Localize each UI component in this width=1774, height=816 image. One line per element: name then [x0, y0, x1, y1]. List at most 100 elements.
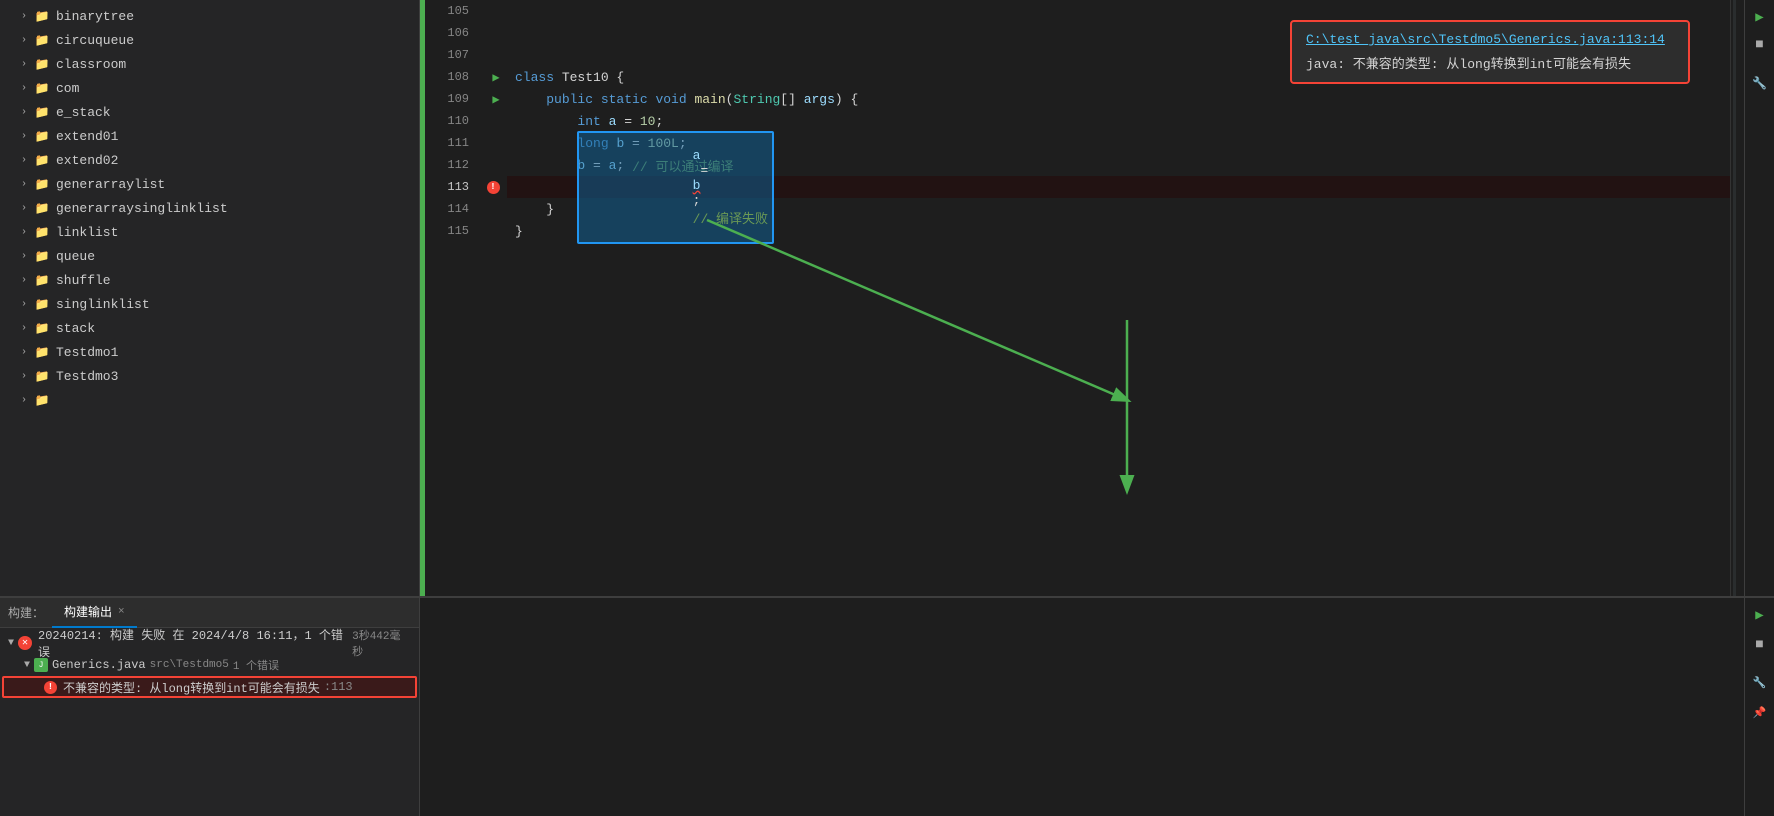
- sidebar-item-classroom[interactable]: › 📁 classroom: [0, 52, 419, 76]
- bottom-section: 构建： 构建输出 × ▼ ✕ 20240214: 构建 失败 在 2024/4/…: [0, 596, 1774, 816]
- sidebar-item-label: Testdmo3: [56, 369, 118, 384]
- right-scrollbar[interactable]: [1730, 0, 1744, 596]
- editor-area: 105 106 107 108 109 110 111 112 113 114 …: [420, 0, 1744, 596]
- chevron-right-icon: ›: [16, 8, 32, 24]
- sidebar-item-shuffle[interactable]: › 📁 shuffle: [0, 268, 419, 292]
- left-scroll-gutter: [420, 0, 425, 596]
- folder-icon: 📁: [34, 56, 50, 72]
- chevron-right-icon: ›: [16, 224, 32, 240]
- arrow-to-annotation: [707, 220, 1127, 400]
- folder-icon: 📁: [34, 368, 50, 384]
- sidebar-item-testdmo3[interactable]: › 📁 Testdmo3: [0, 364, 419, 388]
- line-num-113: 113: [425, 176, 477, 198]
- line-num-114: 114: [425, 198, 477, 220]
- code-line-113: a = b ; // 编译失败: [507, 176, 1730, 198]
- bottom-run-button[interactable]: ▶: [1747, 602, 1773, 628]
- sidebar-item-extend01[interactable]: › 📁 extend01: [0, 124, 419, 148]
- bracket-sq: []: [780, 92, 803, 107]
- error-line-ref: :113: [324, 680, 353, 694]
- expand-arrow-icon: ▼: [8, 638, 14, 649]
- sidebar-item-binarytree[interactable]: › 📁 binarytree: [0, 4, 419, 28]
- semi-110: ;: [655, 114, 663, 129]
- folder-icon: 📁: [34, 296, 50, 312]
- gutter-empty-112: [485, 154, 507, 176]
- folder-icon: 📁: [34, 176, 50, 192]
- gutter-empty-106: [485, 22, 507, 44]
- method-main: main: [694, 92, 725, 107]
- line-numbers: 105 106 107 108 109 110 111 112 113 114 …: [425, 0, 485, 596]
- code-line-110: int a = 10 ;: [507, 110, 1730, 132]
- code-content[interactable]: 新 * class Test10 { 新 * public static vo: [507, 0, 1730, 596]
- sidebar-item-partial[interactable]: › 📁: [0, 388, 419, 412]
- sidebar-item-testdmo1[interactable]: › 📁 Testdmo1: [0, 340, 419, 364]
- chevron-right-icon: ›: [16, 272, 32, 288]
- sidebar-item-label: singlinklist: [56, 297, 150, 312]
- gutter-empty-107: [485, 44, 507, 66]
- chevron-right-icon: ›: [16, 104, 32, 120]
- indent-110: [515, 114, 577, 129]
- editor-main: 105 106 107 108 109 110 111 112 113 114 …: [420, 0, 1744, 596]
- chevron-right-icon: ›: [16, 200, 32, 216]
- run-icon-108[interactable]: ▶: [492, 70, 499, 85]
- sidebar-item-extend02[interactable]: › 📁 extend02: [0, 148, 419, 172]
- var-a-113: a: [693, 148, 701, 163]
- stop-button[interactable]: ■: [1747, 32, 1773, 58]
- build-output-panel: ▼ ✕ 20240214: 构建 失败 在 2024/4/8 16:11，1 个…: [0, 628, 419, 816]
- eq-110: =: [616, 114, 639, 129]
- bottom-wrench-button[interactable]: 🔧: [1747, 670, 1773, 696]
- run-icon-109[interactable]: ▶: [492, 92, 499, 107]
- class-name: Test10 {: [562, 70, 624, 85]
- java-filename: Generics.java: [52, 658, 146, 672]
- gutter-empty-110: [485, 110, 507, 132]
- build-error-detail[interactable]: ! 不兼容的类型: 从long转换到int可能会有损失 :113: [2, 676, 417, 698]
- bottom-editor-area: [420, 598, 1744, 816]
- kw-static: static: [601, 92, 656, 107]
- sidebar-item-queue[interactable]: › 📁 queue: [0, 244, 419, 268]
- chevron-right-icon: ›: [16, 80, 32, 96]
- brace-close-114: }: [546, 202, 554, 217]
- run-button[interactable]: ▶: [1747, 4, 1773, 30]
- sidebar-item-generarraysinglinklist[interactable]: › 📁 generarraysinglinklist: [0, 196, 419, 220]
- run-btn-108[interactable]: ▶: [485, 66, 507, 88]
- chevron-right-icon: ›: [16, 344, 32, 360]
- sidebar-item-circuqueue[interactable]: › 📁 circuqueue: [0, 28, 419, 52]
- build-button[interactable]: 🔧: [1747, 70, 1773, 96]
- line-num-115: 115: [425, 220, 477, 242]
- tab-build-output[interactable]: 构建输出 ×: [52, 598, 137, 628]
- folder-icon: 📁: [34, 8, 50, 24]
- folder-icon: 📁: [34, 224, 50, 240]
- chevron-right-icon: ›: [16, 296, 32, 312]
- kw-public: public: [546, 92, 601, 107]
- bottom-stop-button[interactable]: ■: [1747, 632, 1773, 658]
- sidebar-item-com[interactable]: › 📁 com: [0, 76, 419, 100]
- folder-icon: 📁: [34, 80, 50, 96]
- sidebar-item-generarraylist[interactable]: › 📁 generarraylist: [0, 172, 419, 196]
- sidebar-item-stack[interactable]: › 📁 stack: [0, 316, 419, 340]
- chevron-right-icon: ›: [16, 368, 32, 384]
- sidebar-item-label: classroom: [56, 57, 126, 72]
- run-btn-109[interactable]: ▶: [485, 88, 507, 110]
- line-num-112: 112: [425, 154, 477, 176]
- java-file-icon: J: [34, 658, 48, 672]
- error-badge-113: !: [487, 181, 500, 194]
- sidebar-item-singlinklist[interactable]: › 📁 singlinklist: [0, 292, 419, 316]
- line-num-110: 110: [425, 110, 477, 132]
- bottom-pin-button[interactable]: 📌: [1747, 700, 1773, 726]
- file-tree: › 📁 binarytree › 📁 circuqueue › 📁 classr…: [0, 0, 420, 596]
- sidebar-item-label: linklist: [56, 225, 118, 240]
- build-entry-main[interactable]: ▼ ✕ 20240214: 构建 失败 在 2024/4/8 16:11，1 个…: [0, 632, 419, 654]
- kw-int: int: [577, 114, 608, 129]
- annotation-file-link[interactable]: C:\test_java\src\Testdmo5\Generics.java:…: [1306, 32, 1665, 47]
- indent-111: [515, 136, 577, 151]
- annotation-error-text: java: 不兼容的类型: 从long转换到int可能会有损失: [1306, 57, 1631, 72]
- chevron-right-icon: ›: [16, 32, 32, 48]
- folder-icon: 📁: [34, 272, 50, 288]
- folder-icon: 📁: [34, 128, 50, 144]
- bottom-action-bar: ▶ ■ 🔧 📌: [1744, 598, 1774, 816]
- chevron-right-icon: ›: [16, 176, 32, 192]
- brace-close-115: }: [515, 224, 523, 239]
- sidebar-item-e-stack[interactable]: › 📁 e_stack: [0, 100, 419, 124]
- sidebar-item-linklist[interactable]: › 📁 linklist: [0, 220, 419, 244]
- tab-close-button[interactable]: ×: [118, 606, 125, 618]
- folder-icon: 📁: [34, 32, 50, 48]
